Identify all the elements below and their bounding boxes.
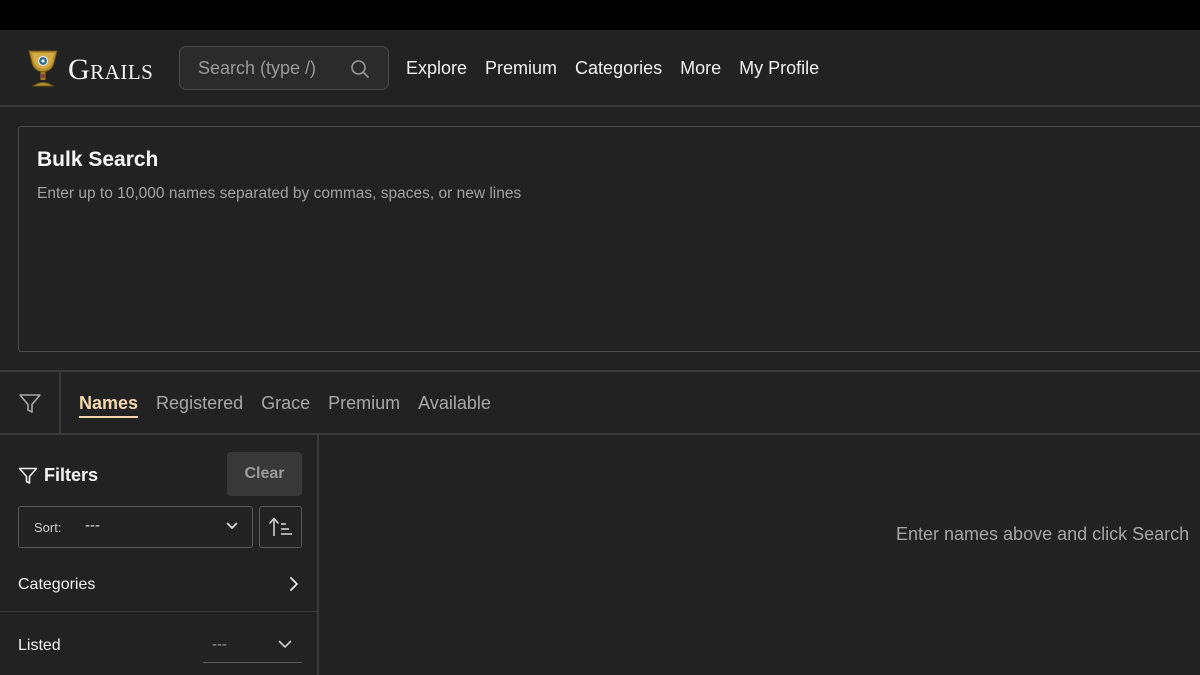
results-tabs-bar: Names Registered Grace Premium Available <box>0 370 1200 435</box>
sort-value: --- <box>85 517 100 534</box>
nav-more[interactable]: More <box>680 57 721 79</box>
sort-ascending-icon <box>268 517 292 536</box>
filters-sidebar: Filters Clear Sort: --- Categories Liste… <box>0 435 319 675</box>
nav-explore[interactable]: Explore <box>406 57 467 79</box>
categories-label: Categories <box>18 576 96 593</box>
header: Grails Explore Premium Categories More M… <box>0 30 1200 107</box>
grail-chalice-icon <box>28 50 58 87</box>
nav-my-profile[interactable]: My Profile <box>739 57 819 79</box>
sort-label: Sort: <box>34 520 62 535</box>
listed-value: --- <box>212 636 227 653</box>
nav-categories[interactable]: Categories <box>575 57 662 79</box>
tab-grace[interactable]: Grace <box>261 392 310 418</box>
filters-title: Filters <box>44 465 99 485</box>
filter-icon <box>18 467 38 484</box>
tab-available[interactable]: Available <box>418 392 491 418</box>
main-nav: Explore Premium Categories More My Profi… <box>406 57 819 79</box>
categories-filter-row[interactable]: Categories <box>0 560 317 612</box>
search-box[interactable] <box>179 46 389 90</box>
filter-icon <box>18 393 41 413</box>
filters-heading: Filters <box>18 465 98 486</box>
tab-names[interactable]: Names <box>79 392 139 418</box>
listed-select[interactable]: --- <box>203 625 302 663</box>
listed-label: Listed <box>18 637 61 654</box>
search-icon[interactable] <box>350 59 370 79</box>
filter-toggle-button[interactable] <box>0 372 61 435</box>
empty-results-message: Enter names above and click Search <box>896 524 1190 544</box>
chevron-down-icon <box>278 640 292 649</box>
bulk-search-textarea[interactable] <box>37 185 1187 335</box>
listed-filter-row: Listed --- <box>0 613 317 673</box>
sort-select[interactable]: Sort: --- <box>18 506 253 548</box>
bulk-search-title: Bulk Search <box>37 148 159 171</box>
tab-premium[interactable]: Premium <box>328 392 400 418</box>
sort-direction-button[interactable] <box>259 506 302 548</box>
chevron-right-icon <box>290 577 298 591</box>
tab-registered[interactable]: Registered <box>156 392 243 418</box>
brand-name: Grails <box>68 52 154 86</box>
top-black-bar <box>0 0 1200 30</box>
search-input[interactable] <box>180 47 350 89</box>
chevron-down-icon <box>226 522 238 530</box>
nav-premium[interactable]: Premium <box>485 57 557 79</box>
clear-filters-button[interactable]: Clear <box>227 452 302 496</box>
bulk-search-panel: Bulk Search <box>18 126 1200 352</box>
tabs: Names Registered Grace Premium Available <box>79 392 491 418</box>
brand-logo[interactable]: Grails <box>26 48 153 88</box>
